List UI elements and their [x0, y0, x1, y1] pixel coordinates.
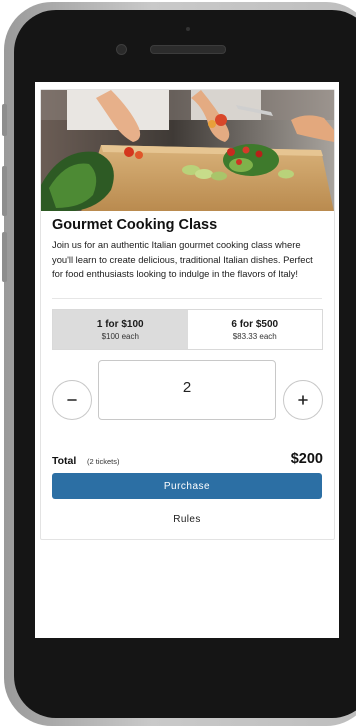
- pricing-option-label: 1 for $100: [96, 318, 144, 330]
- minus-icon: [67, 399, 77, 401]
- total-amount: $200: [290, 451, 323, 467]
- class-hero-image: [41, 90, 334, 211]
- total-label: Total: [52, 455, 77, 467]
- app-screenshot: Gourmet Cooking Class Join us for an aut…: [0, 0, 356, 728]
- pricing-option-unit-price: $83.33 each: [232, 331, 277, 341]
- increment-button[interactable]: [283, 380, 323, 420]
- rules-link[interactable]: Rules: [52, 508, 322, 530]
- pricing-option-six-pack[interactable]: 6 for $500 $83.33 each: [188, 310, 323, 349]
- class-title: Gourmet Cooking Class: [52, 217, 218, 233]
- decrement-button[interactable]: [52, 380, 92, 420]
- sensor-dot: [186, 27, 190, 31]
- ticket-count: (2 tickets): [87, 457, 120, 466]
- front-camera: [116, 44, 127, 55]
- pricing-option-label: 6 for $500: [231, 318, 279, 330]
- section-divider: [52, 298, 322, 299]
- product-card: Gourmet Cooking Class Join us for an aut…: [40, 89, 335, 540]
- phone-screen: Gourmet Cooking Class Join us for an aut…: [35, 82, 339, 638]
- earpiece-speaker: [150, 45, 226, 54]
- quantity-value: 2: [182, 379, 192, 396]
- side-button: [2, 166, 7, 216]
- quantity-field[interactable]: 2: [98, 360, 276, 420]
- pricing-options: 1 for $100 $100 each 6 for $500 $83.33 e…: [52, 309, 323, 350]
- class-description: Join us for an authentic Italian gourmet…: [52, 239, 313, 279]
- pricing-option-single[interactable]: 1 for $100 $100 each: [53, 310, 188, 349]
- plus-icon: [298, 395, 308, 405]
- side-button: [2, 104, 7, 136]
- side-button: [2, 232, 7, 282]
- purchase-button[interactable]: Purchase: [52, 473, 322, 499]
- pricing-option-unit-price: $100 each: [101, 331, 139, 341]
